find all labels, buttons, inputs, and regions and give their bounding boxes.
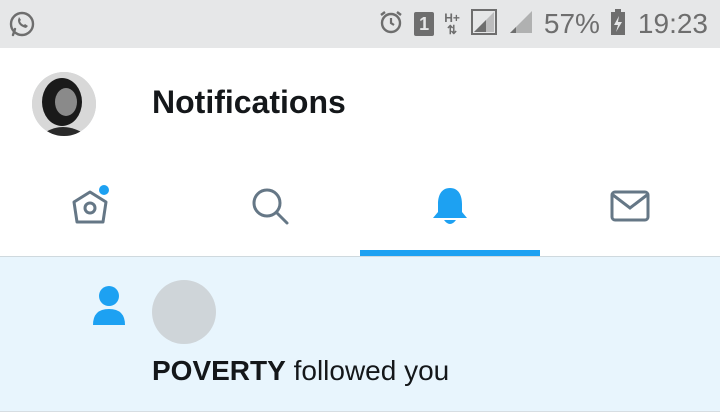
hplus-network-icon: H+ ⇅ bbox=[444, 11, 460, 37]
search-icon bbox=[248, 184, 292, 233]
battery-charging-icon bbox=[610, 8, 626, 41]
home-icon bbox=[68, 184, 112, 233]
sim-1-badge: 1 bbox=[414, 12, 435, 36]
divider bbox=[0, 411, 720, 412]
tab-home[interactable] bbox=[0, 160, 180, 256]
follower-name[interactable]: POVERTY bbox=[152, 355, 286, 386]
alarm-icon bbox=[378, 9, 404, 40]
page-header: Notifications bbox=[0, 48, 720, 160]
tab-notifications[interactable] bbox=[360, 160, 540, 256]
tab-bar bbox=[0, 160, 720, 256]
profile-avatar[interactable] bbox=[32, 72, 96, 136]
status-bar: 1 H+ ⇅ 57% 19:23 bbox=[0, 0, 720, 48]
follower-avatar[interactable] bbox=[152, 280, 216, 344]
mail-icon bbox=[608, 184, 652, 233]
notification-text: POVERTY followed you bbox=[152, 355, 449, 387]
battery-percent: 57% bbox=[543, 8, 600, 39]
signal-icon bbox=[470, 8, 498, 41]
clock: 19:23 bbox=[637, 8, 708, 39]
whatsapp-icon bbox=[8, 10, 36, 38]
bell-icon bbox=[428, 184, 472, 233]
page-title: Notifications bbox=[152, 84, 346, 120]
signal-weak-icon bbox=[508, 9, 534, 40]
notification-action: followed you bbox=[293, 355, 450, 386]
home-notification-dot bbox=[99, 184, 109, 195]
tab-messages[interactable] bbox=[540, 160, 720, 256]
tab-search[interactable] bbox=[180, 160, 360, 256]
status-icons: 1 H+ ⇅ 57% 19:23 bbox=[378, 0, 708, 48]
notification-item[interactable]: POVERTY followed you bbox=[0, 257, 720, 411]
person-icon bbox=[92, 285, 126, 325]
